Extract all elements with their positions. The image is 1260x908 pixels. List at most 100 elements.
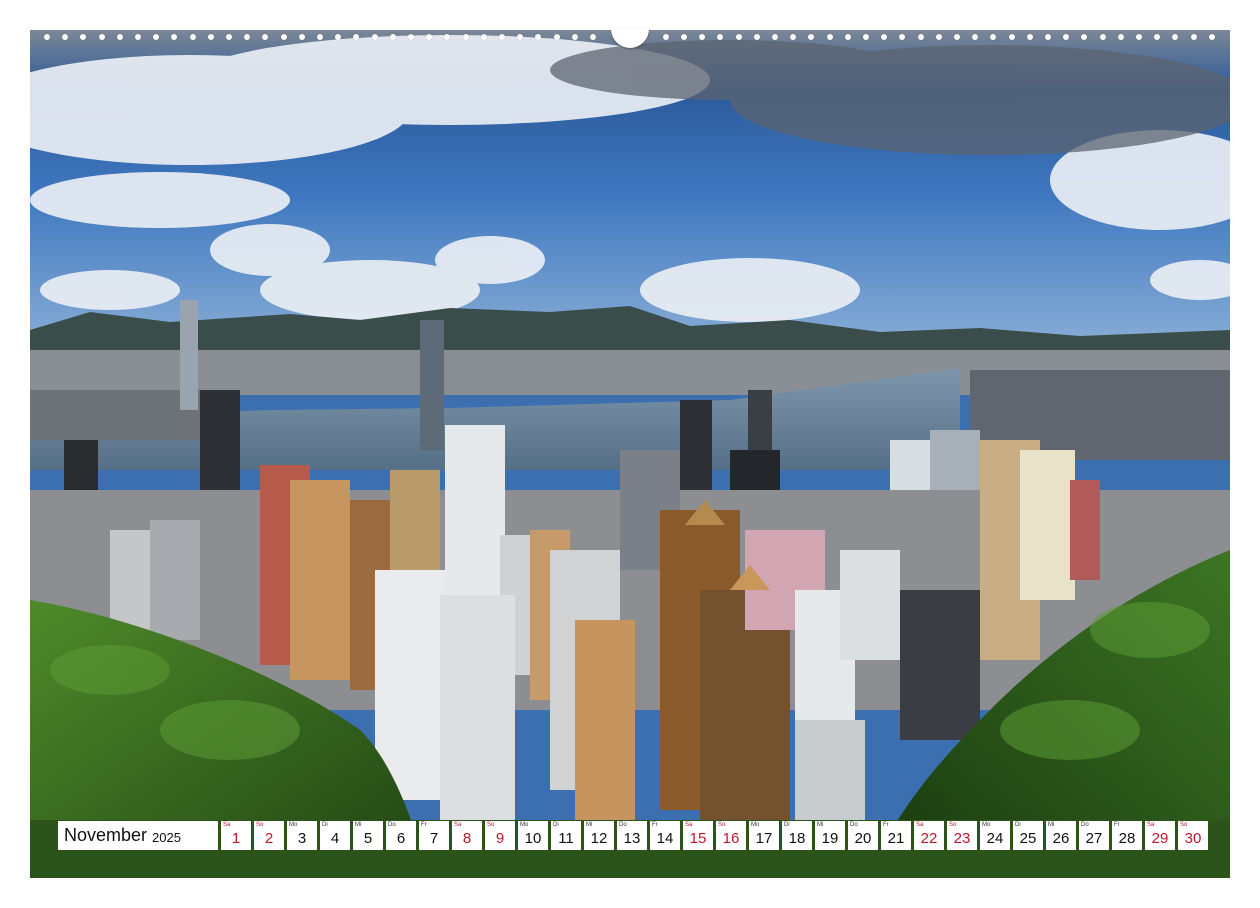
binding-hole (80, 34, 86, 40)
calendar-day: So 9 (485, 821, 515, 850)
calendar-date-strip: November 2025 Sa 1 So 2 Mo 3 Di 4 Mi 5 Do 6 Fr 7 Sa 8 So… (58, 821, 1208, 850)
weekday-abbrev: Do (619, 822, 627, 828)
binding-hole (499, 34, 505, 40)
day-number: 1 (231, 830, 241, 847)
month-name: November (64, 825, 148, 845)
weekday-abbrev: Di (322, 822, 328, 828)
calendar-day: Mo 24 (980, 821, 1010, 850)
day-number: 5 (363, 830, 373, 847)
weekday-abbrev: Fr (1114, 822, 1120, 828)
month-label-box: November 2025 (58, 821, 218, 850)
binding-hole (1209, 34, 1215, 40)
binding-hole (1081, 34, 1087, 40)
binding-hole (317, 34, 323, 40)
weekday-abbrev: So (949, 822, 957, 828)
calendar-day: Sa 15 (683, 821, 713, 850)
binding-hole (171, 34, 177, 40)
binding-hole (299, 34, 305, 40)
calendar-day: Mo 17 (749, 821, 779, 850)
calendar-day: Mi 19 (815, 821, 845, 850)
calendar-day: Mi 12 (584, 821, 614, 850)
day-number: 6 (396, 830, 406, 847)
binding-hole (1191, 34, 1197, 40)
day-number: 27 (1085, 830, 1103, 847)
day-number: 26 (1052, 830, 1070, 847)
calendar-day: So 2 (254, 821, 284, 850)
day-number: 17 (755, 830, 773, 847)
weekday-abbrev: Mi (586, 822, 593, 828)
binding-hole (281, 34, 287, 40)
calendar-day: Fr 7 (419, 821, 449, 850)
weekday-abbrev: Mo (520, 822, 529, 828)
weekday-abbrev: Do (388, 822, 396, 828)
binding-hole (772, 34, 778, 40)
year-label: 2025 (152, 829, 181, 845)
weekday-abbrev: Mi (817, 822, 824, 828)
binding-hole (1100, 34, 1106, 40)
binding-hole (881, 34, 887, 40)
binding-hole (390, 34, 396, 40)
binding-hole (663, 34, 669, 40)
day-number: 22 (920, 830, 938, 847)
binding-hole (99, 34, 105, 40)
calendar-day: Di 18 (782, 821, 812, 850)
day-number: 8 (462, 830, 472, 847)
binding-hole (790, 34, 796, 40)
binding-hole (717, 34, 723, 40)
day-number: 29 (1151, 830, 1169, 847)
day-number: 9 (495, 830, 505, 847)
binding-hole (153, 34, 159, 40)
weekday-abbrev: Mi (355, 822, 362, 828)
calendar-day: Do 27 (1079, 821, 1109, 850)
binding-hole (1063, 34, 1069, 40)
day-number: 12 (590, 830, 608, 847)
calendar-day: Sa 1 (221, 821, 251, 850)
calendar-day: So 16 (716, 821, 746, 850)
binding-hole (62, 34, 68, 40)
binding-hole (554, 34, 560, 40)
weekday-abbrev: Fr (421, 822, 427, 828)
binding-hole (244, 34, 250, 40)
binding-hole (845, 34, 851, 40)
weekday-abbrev: So (718, 822, 726, 828)
weekday-abbrev: Mo (751, 822, 760, 828)
calendar-day: Do 13 (617, 821, 647, 850)
weekday-abbrev: Sa (685, 822, 693, 828)
binding-hole (117, 34, 123, 40)
day-number: 23 (953, 830, 971, 847)
calendar-day: Mi 26 (1046, 821, 1076, 850)
weekday-abbrev: Sa (1147, 822, 1155, 828)
calendar-day: Mo 3 (287, 821, 317, 850)
weekday-abbrev: Sa (916, 822, 924, 828)
calendar-day: Do 20 (848, 821, 878, 850)
day-number: 10 (524, 830, 542, 847)
weekday-abbrev: Do (1081, 822, 1089, 828)
calendar-day: Sa 22 (914, 821, 944, 850)
weekday-abbrev: Di (553, 822, 559, 828)
binding-hole (736, 34, 742, 40)
weekday-abbrev: Mo (289, 822, 298, 828)
day-number: 11 (558, 830, 574, 847)
binding-hole (1009, 34, 1015, 40)
binding-hole (517, 34, 523, 40)
binding-hole (972, 34, 978, 40)
binding-hole (335, 34, 341, 40)
calendar-day: Di 25 (1013, 821, 1043, 850)
weekday-abbrev: Mo (982, 822, 991, 828)
weekday-abbrev: Di (1015, 822, 1021, 828)
binding-hole (208, 34, 214, 40)
calendar-day: Fr 14 (650, 821, 680, 850)
binding-hole (426, 34, 432, 40)
binding-hole (936, 34, 942, 40)
binding-hole (190, 34, 196, 40)
day-number: 24 (986, 830, 1004, 847)
binding-hole (408, 34, 414, 40)
binding-hole (754, 34, 760, 40)
day-number: 4 (330, 830, 340, 847)
weekday-abbrev: Fr (652, 822, 658, 828)
calendar-day: Mo 10 (518, 821, 548, 850)
binding-hole (44, 34, 50, 40)
calendar-day: Do 6 (386, 821, 416, 850)
binding-hole (954, 34, 960, 40)
calendar-day: Di 11 (551, 821, 581, 850)
